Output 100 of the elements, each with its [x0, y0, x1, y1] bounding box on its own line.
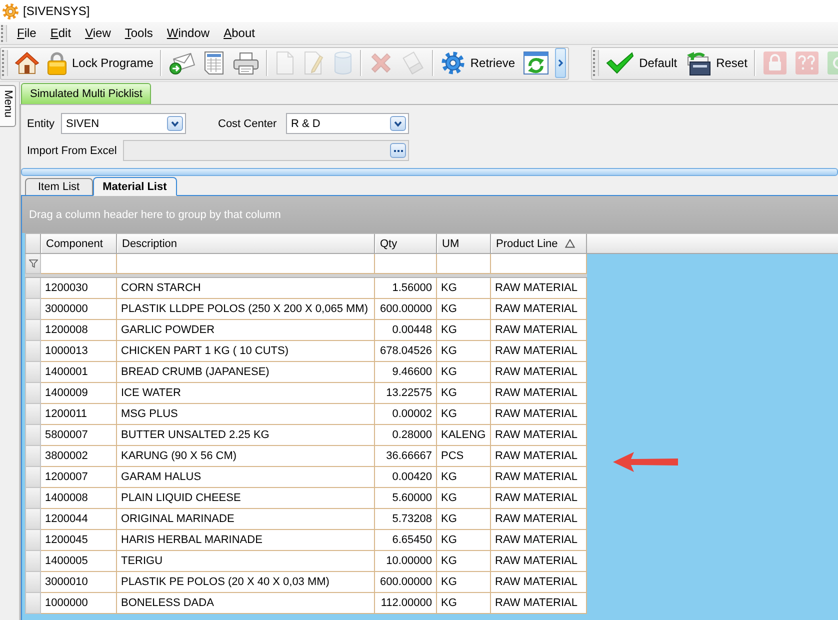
field-label: Cost Center [218, 118, 278, 130]
row-selector[interactable] [25, 446, 41, 467]
table-cell: RAW MATERIAL [491, 320, 587, 341]
filter-icon [28, 259, 38, 268]
chevron-right-icon [558, 59, 564, 67]
table-cell: CORN STARCH [117, 278, 375, 299]
tab[interactable]: Material List [92, 177, 177, 196]
filter-field[interactable] [375, 254, 437, 274]
delete-icon [369, 51, 394, 75]
home-icon [15, 51, 39, 75]
table-cell: 10.00000 [375, 551, 437, 572]
table-cell: 36.66667 [375, 446, 437, 467]
table-cell: RAW MATERIAL [491, 446, 587, 467]
table-cell: 5800007 [41, 425, 117, 446]
field-label: Entity [27, 118, 56, 130]
gear-icon [441, 51, 466, 75]
row-selector[interactable] [25, 383, 41, 404]
row-selector[interactable] [25, 425, 41, 446]
chevron-down-icon [171, 120, 179, 126]
table-cell: 5.60000 [375, 488, 437, 509]
menu-item[interactable]: Window [160, 24, 217, 42]
menu-item[interactable]: File [10, 24, 44, 42]
table-cell: 0.00448 [375, 320, 437, 341]
row-selector[interactable] [25, 593, 41, 614]
column-header[interactable]: Qty [375, 234, 437, 253]
table-cell: 1200044 [41, 509, 117, 530]
table-cell: KG [437, 341, 491, 362]
column-header[interactable]: UM [437, 234, 491, 253]
reset-button[interactable]: Reset [681, 48, 752, 78]
filter-field[interactable] [117, 254, 375, 274]
default-button[interactable]: Default [602, 48, 682, 78]
menu-item[interactable]: Edit [43, 24, 78, 42]
table-cell: ICE WATER [117, 383, 375, 404]
table-cell: PLASTIK LLDPE POLOS (250 X 200 X 0,065 MM) [117, 299, 375, 320]
toolbar-grip[interactable] [2, 50, 8, 76]
document-tab[interactable]: Simulated Multi Picklist [21, 83, 152, 104]
padlock-icon [47, 51, 67, 75]
tab[interactable]: Item List [25, 178, 93, 195]
menu-grip[interactable] [1, 24, 7, 42]
table-cell: KG [437, 488, 491, 509]
dropdown-button[interactable] [167, 116, 183, 131]
table-cell: RAW MATERIAL [491, 593, 587, 614]
checkmark-icon [606, 51, 634, 75]
menu-item[interactable]: Tools [118, 24, 160, 42]
table-cell: 1400005 [41, 551, 117, 572]
table-cell: PLASTIK PE POLOS (20 X 40 X 0,03 MM) [117, 572, 375, 593]
column-header[interactable]: Component [41, 234, 117, 253]
row-selector[interactable] [25, 551, 41, 572]
table-cell: 0.00420 [375, 467, 437, 488]
toolbar-grip[interactable] [593, 50, 600, 76]
table-cell: 600.00000 [375, 299, 437, 320]
menu-item[interactable]: About [216, 24, 262, 42]
row-selector[interactable] [25, 467, 41, 488]
filter-field[interactable] [41, 254, 117, 274]
row-selector[interactable] [25, 299, 41, 320]
table-cell: 13.22575 [375, 383, 437, 404]
table-cell: 678.04526 [375, 341, 437, 362]
row-selector[interactable] [25, 488, 41, 509]
table-cell: 6.65450 [375, 530, 437, 551]
table-cell: RAW MATERIAL [491, 467, 587, 488]
row-selector[interactable] [25, 404, 41, 425]
document-undo-icon [685, 50, 712, 76]
column-header[interactable]: Description [117, 234, 375, 253]
menu-item[interactable]: View [78, 24, 118, 42]
overflow-button[interactable] [555, 48, 566, 78]
row-selector[interactable] [25, 278, 41, 299]
table-cell: KG [437, 530, 491, 551]
row-selector[interactable] [25, 362, 41, 383]
page-pencil-icon [303, 51, 326, 75]
table-cell: 1200030 [41, 278, 117, 299]
retrieve-button[interactable]: Retrieve [437, 48, 520, 78]
window-title: [SIVENSYS] [23, 4, 90, 18]
table-cell: 1200011 [41, 404, 117, 425]
column-header[interactable]: Product Line [491, 234, 587, 253]
table-cell: GARAM HALUS [117, 467, 375, 488]
entity-dropdown[interactable]: SIVEN [61, 113, 186, 134]
table-cell: KG [437, 467, 491, 488]
filter-field[interactable] [491, 254, 587, 274]
row-selector[interactable] [25, 572, 41, 593]
table-cell: 1200008 [41, 320, 117, 341]
cost-center-dropdown[interactable]: R & D [286, 113, 409, 134]
lock-icon [763, 51, 788, 75]
table-cell: RAW MATERIAL [491, 425, 587, 446]
table-cell: 1400008 [41, 488, 117, 509]
row-selector[interactable] [25, 341, 41, 362]
table-cell: RAW MATERIAL [491, 299, 587, 320]
side-menu-tab[interactable]: Menu [0, 85, 16, 127]
dropdown-button[interactable] [390, 116, 406, 131]
chevron-down-icon [394, 120, 402, 126]
table-cell: 1200045 [41, 530, 117, 551]
row-selector[interactable] [25, 320, 41, 341]
table-cell: RAW MATERIAL [491, 362, 587, 383]
filter-field[interactable] [437, 254, 491, 274]
printer-icon [233, 51, 260, 75]
row-selector[interactable] [25, 509, 41, 530]
table-cell: HARIS HERBAL MARINADE [117, 530, 375, 551]
splitter-bar[interactable] [21, 168, 838, 176]
table-cell: RAW MATERIAL [491, 278, 587, 299]
row-selector[interactable] [25, 530, 41, 551]
lock-program-button[interactable]: Lock Programe [43, 48, 158, 78]
